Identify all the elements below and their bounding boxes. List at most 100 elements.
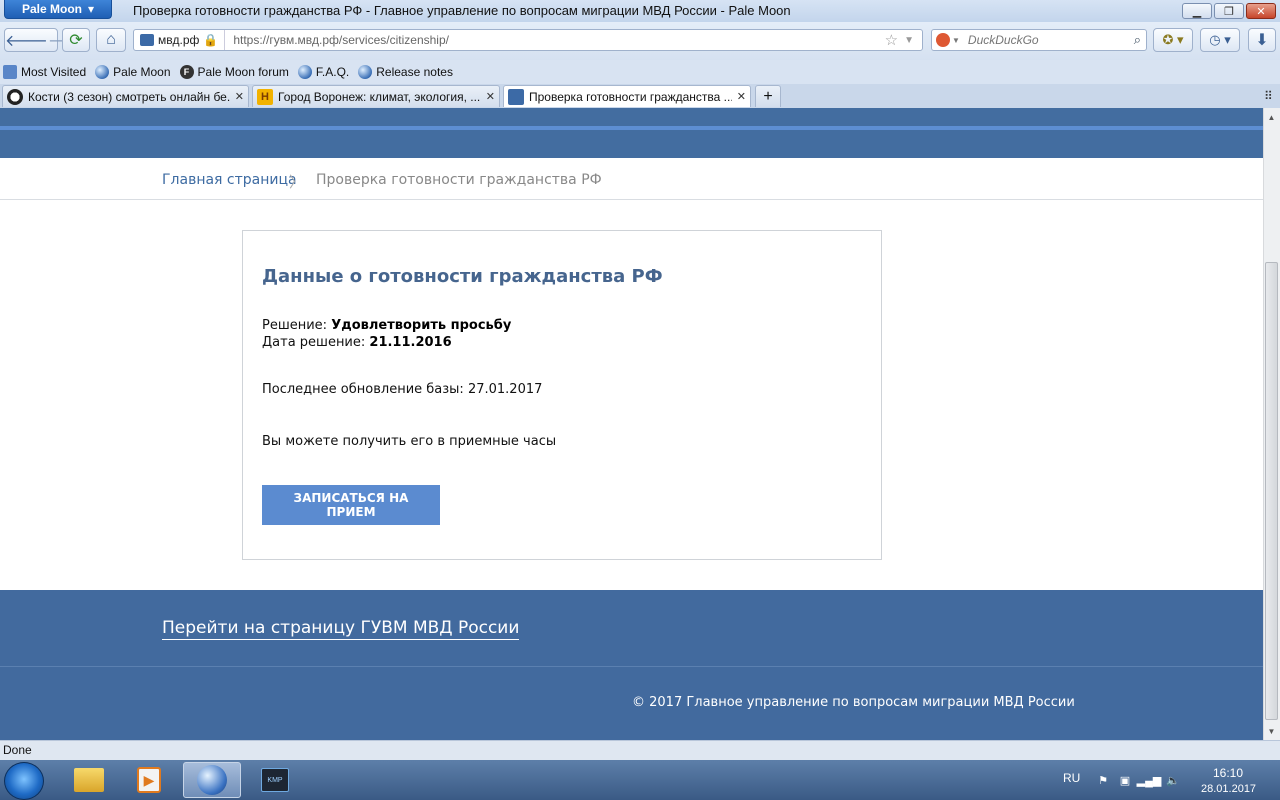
tab-voronezh[interactable]: H Город Воронеж: климат, экология, ... ✕ <box>252 85 500 107</box>
url-text[interactable]: https://гувм.мвд.рф/services/citizenship… <box>225 33 884 47</box>
restore-button[interactable]: ❐ <box>1214 3 1244 19</box>
bookmark-faq[interactable]: F.A.Q. <box>295 65 352 79</box>
back-arrow-icon[interactable]: 🡐 <box>5 30 48 51</box>
pale-moon-icon <box>358 65 373 79</box>
voronezh-favicon-icon: H <box>257 88 273 105</box>
flag-icon[interactable]: ⚑ <box>1096 773 1110 787</box>
star-icon[interactable]: ☆ <box>885 31 898 49</box>
site-identity[interactable]: мвд.рф 🔒 <box>134 30 226 50</box>
tab-label: Кости (3 сезон) смотреть онлайн бе... <box>28 89 230 104</box>
search-input[interactable] <box>965 32 1134 48</box>
new-tab-button[interactable]: + <box>755 85 781 107</box>
decision-value: Удовлетворить просьбу <box>331 318 512 333</box>
app-menu-label: Pale Moon <box>21 2 82 16</box>
tab-bones[interactable]: Кости (3 сезон) смотреть онлайн бе... ✕ <box>2 85 249 107</box>
bookmark-pale-moon[interactable]: Pale Moon <box>92 65 173 79</box>
scroll-up-icon[interactable]: ▲ <box>1265 110 1278 124</box>
bookmarks-menu-button[interactable]: ✪ ▾ <box>1153 28 1193 52</box>
taskbar-kmplayer[interactable]: KMP <box>246 762 304 798</box>
book-appointment-button[interactable]: ЗАПИСАТЬСЯ НА ПРИЕМ <box>262 485 440 525</box>
search-icon[interactable]: ⌕ <box>1134 32 1141 48</box>
window-title: Проверка готовности гражданства РФ - Гла… <box>133 3 791 18</box>
reload-icon: ⟳ <box>69 32 83 49</box>
decision-date-row: Дата решение: 21.11.2016 <box>262 335 452 350</box>
close-icon: ✕ <box>1256 5 1266 18</box>
bones-favicon-icon <box>7 88 23 105</box>
start-button[interactable] <box>4 762 44 800</box>
chevron-down-icon: ▾ <box>87 2 95 16</box>
tab-close-icon[interactable]: ✕ <box>486 90 495 103</box>
breadcrumb-home-link[interactable]: Главная страница <box>162 172 297 188</box>
minimize-button[interactable]: ▁ <box>1182 3 1212 19</box>
site-favicon-icon <box>140 34 154 46</box>
status-bar <box>0 740 1280 760</box>
breadcrumb-current: Проверка готовности гражданства РФ <box>316 172 602 188</box>
pale-moon-icon <box>297 65 312 79</box>
address-bar[interactable]: мвд.рф 🔒 https://гувм.мвд.рф/services/ci… <box>133 29 923 51</box>
mvd-favicon-icon <box>508 88 524 105</box>
download-arrow-icon: ⬇ <box>1255 32 1269 49</box>
reload-button[interactable]: ⟳ <box>62 28 90 52</box>
bookmark-pale-moon-forum[interactable]: F Pale Moon forum <box>177 65 292 79</box>
bookmark-label: F.A.Q. <box>315 65 350 79</box>
bookmark-label: Most Visited <box>21 65 87 79</box>
close-window-button[interactable]: ✕ <box>1246 3 1276 19</box>
scrollbar-thumb[interactable] <box>1265 262 1278 720</box>
folder-icon <box>74 768 104 792</box>
header-accent-line <box>0 126 1263 130</box>
bookmark-label: Pale Moon <box>113 65 171 79</box>
downloads-button[interactable]: ⬇ <box>1248 28 1276 52</box>
bookmarks-toolbar: Most Visited Pale Moon F Pale Moon forum… <box>0 60 1280 84</box>
kmplayer-icon: KMP <box>261 768 289 792</box>
url-dropdown-icon[interactable]: ▼ <box>904 35 914 46</box>
taskbar-media-player[interactable]: ▶ <box>120 762 178 798</box>
page-content: Главная страница 〉 Проверка готовности г… <box>0 108 1263 740</box>
duckduckgo-icon[interactable] <box>936 33 950 47</box>
clock-date[interactable]: 28.01.2017 <box>1201 783 1256 795</box>
decision-label: Решение: <box>262 318 328 333</box>
footer-copyright: © 2017 Главное управление по вопросам ми… <box>632 695 1075 710</box>
site-header <box>0 108 1263 158</box>
home-icon: ⌂ <box>106 31 116 48</box>
app-menu-button[interactable]: Pale Moon ▾ <box>4 0 112 19</box>
scroll-down-icon[interactable]: ▼ <box>1265 724 1278 738</box>
tab-citizenship[interactable]: Проверка готовности гражданства ... ✕ <box>503 85 751 107</box>
gu-vm-page-link[interactable]: Перейти на страницу ГУВМ МВД России <box>162 618 520 640</box>
taskbar-pale-moon[interactable] <box>183 762 241 798</box>
footer-divider <box>0 666 1263 667</box>
bookmark-label: Release notes <box>376 65 453 79</box>
clock-time[interactable]: 16:10 <box>1213 766 1243 780</box>
search-engine-dropdown-icon[interactable]: ▼ <box>952 36 960 45</box>
power-icon[interactable]: ▣ <box>1118 773 1132 787</box>
bookmark-label: Pale Moon forum <box>197 65 289 79</box>
forum-icon: F <box>179 65 194 79</box>
search-bar[interactable]: ▼ ⌕ <box>931 29 1147 51</box>
tab-label: Проверка готовности гражданства ... <box>529 89 732 104</box>
date-value: 21.11.2016 <box>369 335 452 350</box>
volume-icon[interactable]: 🔈 <box>1166 773 1180 787</box>
chevron-right-icon: 〉 <box>289 174 305 191</box>
db-update-text: Последнее обновление базы: 27.01.2017 <box>262 382 543 397</box>
date-label: Дата решение: <box>262 335 366 350</box>
home-button[interactable]: ⌂ <box>96 28 126 52</box>
decision-row: Решение: Удовлетворить просьбу <box>262 318 511 333</box>
site-domain: мвд.рф <box>158 33 200 47</box>
media-player-icon: ▶ <box>137 767 161 793</box>
pale-moon-icon <box>197 765 227 795</box>
clock-icon: ◷ ▾ <box>1209 32 1231 47</box>
tab-close-icon[interactable]: ✕ <box>737 90 746 103</box>
taskbar-explorer[interactable] <box>60 762 118 798</box>
language-indicator[interactable]: RU <box>1063 771 1080 785</box>
bookmark-most-visited[interactable]: Most Visited <box>0 65 89 79</box>
tab-close-icon[interactable]: ✕ <box>235 90 244 103</box>
site-footer <box>0 590 1263 740</box>
network-signal-icon[interactable]: ▂▄▆ <box>1137 773 1162 787</box>
back-forward-buttons[interactable]: 🡐 🡒 <box>4 28 91 52</box>
bookmark-release-notes[interactable]: Release notes <box>355 65 456 79</box>
tab-label: Город Воронеж: климат, экология, ... <box>278 89 481 104</box>
history-button[interactable]: ◷ ▾ <box>1200 28 1240 52</box>
lock-icon: 🔒 <box>203 33 219 47</box>
minimize-icon: ▁ <box>1192 5 1202 18</box>
bookmark-folder-icon <box>3 65 17 79</box>
tab-list-icon[interactable]: ⠿ <box>1264 89 1273 103</box>
